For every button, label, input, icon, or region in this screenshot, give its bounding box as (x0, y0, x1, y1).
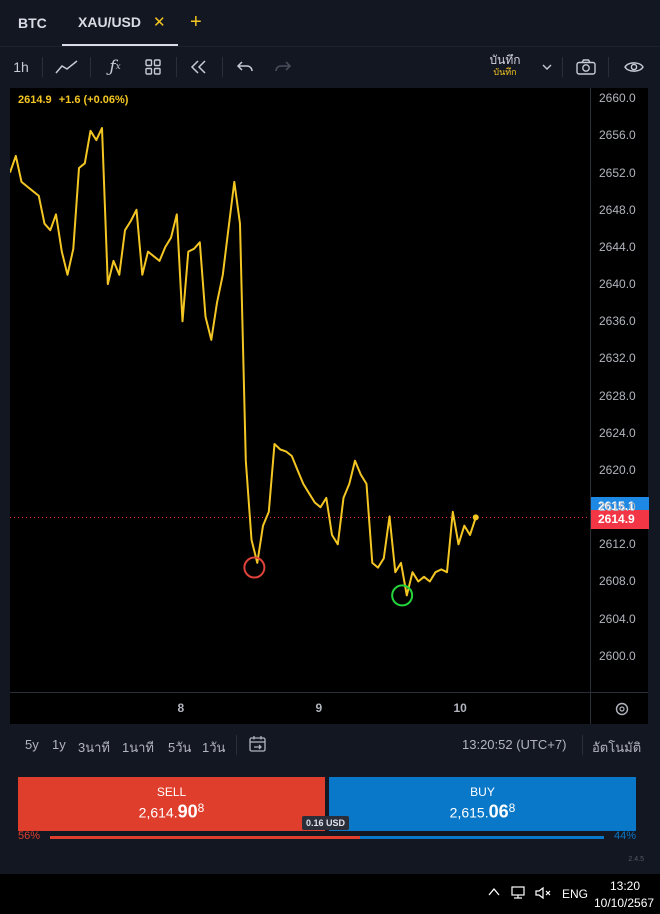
taskbar-time: 13:20 (610, 879, 641, 893)
price-legend: 2614.9 +1.6 (+0.06%) (18, 94, 128, 106)
divider (90, 57, 91, 77)
chart-type-line-icon[interactable] (52, 47, 82, 87)
buy-price-pip: 8 (508, 801, 516, 815)
indicators-fx-icon[interactable]: ƒx (100, 47, 130, 87)
save-sublabel: บันทึก (493, 67, 517, 77)
y-tick-label: 2620.0 (599, 462, 636, 477)
layout-grid-icon[interactable] (138, 47, 168, 87)
divider (582, 735, 583, 755)
language-indicator[interactable]: ENG (562, 887, 588, 901)
y-tick-label: 2616.0 (599, 500, 636, 515)
interval-label: 1h (13, 59, 29, 75)
y-tick-label: 2632.0 (599, 351, 636, 366)
y-tick-label: 2656.0 (599, 128, 636, 143)
annotation-circle-1[interactable] (391, 584, 414, 607)
price-chart[interactable]: 2614.9 +1.6 (+0.06%) (10, 88, 590, 692)
gear-icon (615, 702, 629, 716)
clock-readout: 13:20:52 (UTC+7) (462, 737, 567, 752)
chart-toolbar: 1h ƒx บันทึก บันทึก (0, 46, 660, 86)
divider (562, 57, 563, 77)
last-price-dot (472, 514, 479, 521)
y-tick-label: 2640.0 (599, 277, 636, 292)
buy-label: BUY (470, 785, 495, 799)
range-5y-button[interactable]: 5y (25, 737, 39, 752)
x-tick-label: 9 (315, 701, 323, 715)
save-label: บันทึก (489, 53, 521, 67)
trading-app: BTC XAU/USD ✕ + 1h ƒx บันทึก บันทึก 2614… (0, 0, 660, 874)
sell-percent: 56% (18, 830, 41, 842)
buy-price-main: 2,615. (449, 804, 489, 821)
sell-price-pip: 8 (197, 801, 205, 815)
y-tick-label: 2624.0 (599, 425, 636, 440)
buy-button[interactable]: BUY 2,615.068 (329, 777, 636, 831)
network-icon[interactable] (510, 885, 528, 904)
tab-btc[interactable]: BTC (18, 0, 47, 46)
system-taskbar: ENG 13:20 10/10/2567 (0, 874, 660, 914)
tab-label: BTC (18, 15, 47, 31)
divider (608, 57, 609, 77)
legend-price: 2614.9 (18, 94, 52, 106)
divider (222, 57, 223, 77)
camera-icon[interactable] (570, 47, 602, 87)
sell-price: 2,614.908 (18, 801, 325, 823)
range-bar: 5y 1y 3นาที 1นาที 5วัน 1วัน 13:20:52 (UT… (10, 726, 648, 764)
range-3min-button[interactable]: 3นาที (78, 737, 110, 758)
sell-button[interactable]: SELL 2,614.908 (18, 777, 325, 831)
tab-xauusd[interactable]: XAU/USD ✕ (62, 0, 178, 46)
time-axis[interactable]: 891011 (10, 692, 604, 724)
y-tick-label: 2652.0 (599, 165, 636, 180)
divider (236, 735, 237, 755)
taskbar-date: 10/10/2567 (594, 896, 655, 910)
spread-badge: 0.16 USD (302, 816, 350, 830)
sell-price-big: 90 (177, 801, 198, 822)
sell-price-main: 2,614. (138, 804, 178, 821)
range-5day-button[interactable]: 5วัน (168, 737, 191, 758)
divider (176, 57, 177, 77)
tab-bar: BTC XAU/USD ✕ + (0, 0, 660, 46)
range-1day-button[interactable]: 1วัน (202, 737, 225, 758)
range-1y-button[interactable]: 1y (52, 737, 66, 752)
y-tick-label: 2644.0 (599, 239, 636, 254)
price-axis[interactable]: 2615.1 2614.9 2660.0 2656.0 2652.0 2648.0 26… (590, 88, 649, 692)
y-tick-label: 2600.0 (599, 648, 636, 663)
volume-muted-icon[interactable] (534, 885, 552, 904)
interval-button[interactable]: 1h (8, 47, 34, 87)
y-tick-label: 2660.0 (599, 91, 636, 106)
undo-icon[interactable] (230, 47, 260, 87)
buy-price-big: 06 (488, 801, 509, 822)
save-button[interactable]: บันทึก บันทึก (480, 53, 530, 83)
date-range-icon[interactable] (248, 734, 268, 759)
chart-settings-button[interactable] (590, 692, 648, 724)
x-tick-label: 8 (177, 701, 185, 715)
replay-rewind-icon[interactable] (184, 47, 214, 87)
chevron-up-icon[interactable] (488, 886, 500, 900)
close-icon[interactable]: ✕ (153, 13, 166, 31)
sell-sentiment-bar (50, 836, 360, 839)
version-label: 2.4.5 (628, 856, 644, 863)
eye-icon[interactable] (618, 47, 650, 87)
y-tick-label: 2612.0 (599, 537, 636, 552)
y-tick-label: 2628.0 (599, 388, 636, 403)
legend-change: +1.6 (+0.06%) (58, 94, 129, 106)
add-tab-icon[interactable]: + (190, 12, 202, 32)
chevron-down-icon[interactable] (538, 47, 556, 87)
annotation-circle-0[interactable] (243, 556, 266, 579)
price-series-line (10, 127, 477, 597)
y-tick-label: 2608.0 (599, 574, 636, 589)
trade-panel: SELL 2,614.908 BUY 2,615.068 0.16 USD 56… (10, 768, 648, 866)
y-tick-label: 2636.0 (599, 314, 636, 329)
tab-label: XAU/USD (78, 14, 142, 30)
y-tick-label: 2604.0 (599, 611, 636, 626)
y-tick-label: 2648.0 (599, 202, 636, 217)
divider (42, 57, 43, 77)
range-1min-button[interactable]: 1นาที (122, 737, 154, 758)
price-chart-svg (10, 127, 590, 607)
redo-icon[interactable] (268, 47, 298, 87)
buy-percent: 44% (613, 830, 636, 842)
sell-label: SELL (156, 785, 187, 799)
buy-sentiment-bar (360, 836, 604, 839)
buy-price: 2,615.068 (329, 801, 636, 823)
x-tick-label: 10 (453, 701, 467, 715)
auto-scale-button[interactable]: อัตโนมัติ (592, 737, 641, 758)
